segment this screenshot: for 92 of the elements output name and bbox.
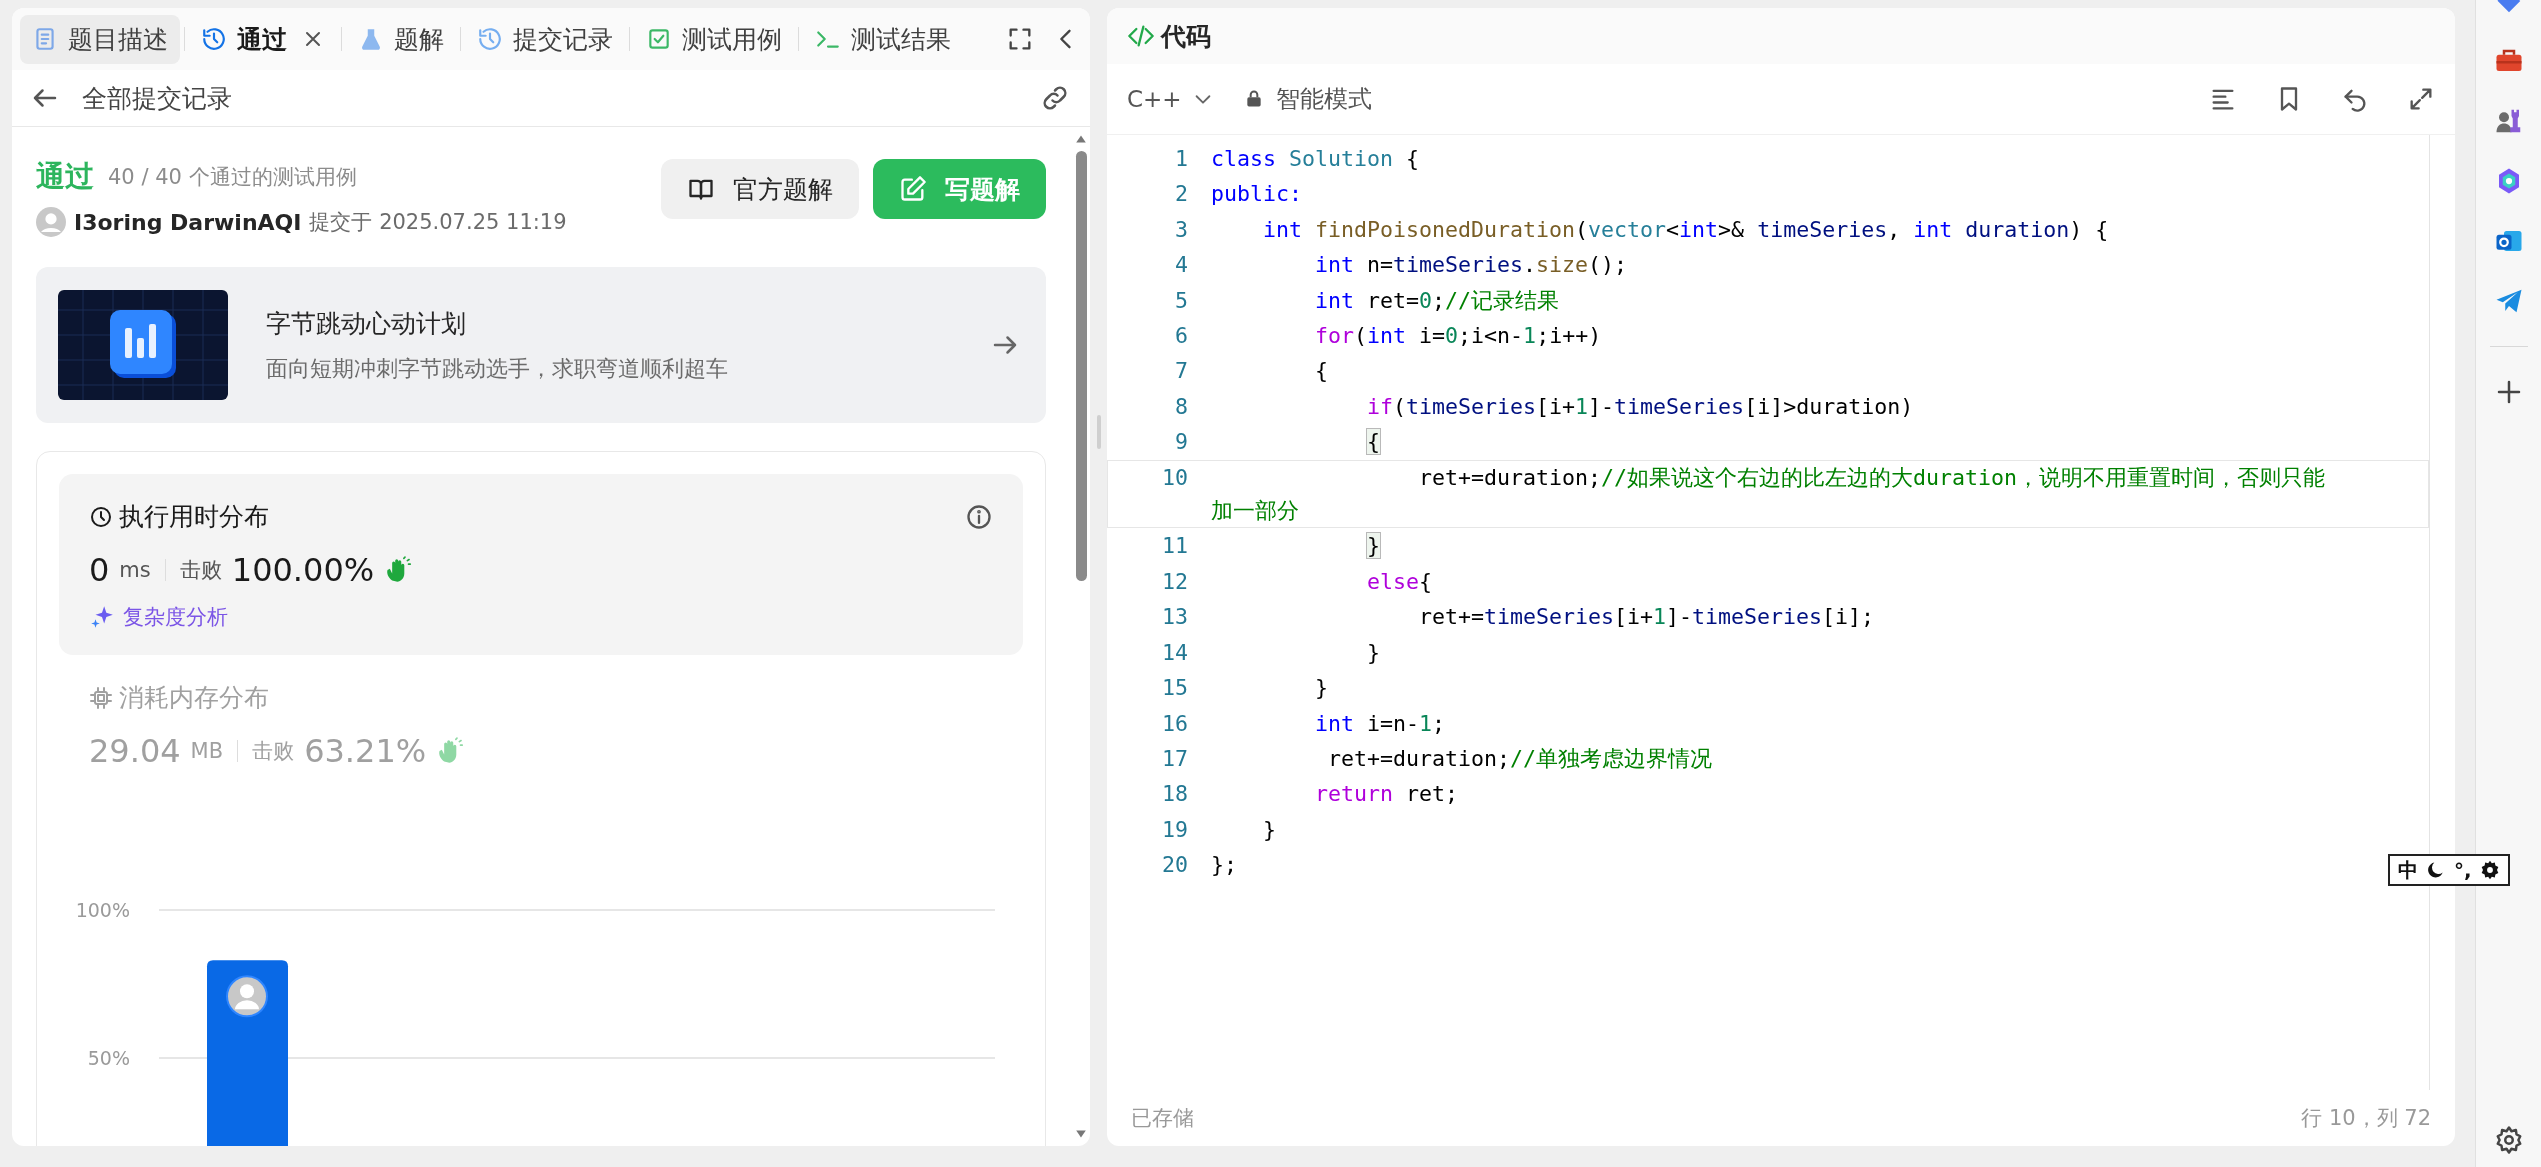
line-number: 10 — [1161, 463, 1188, 492]
code-line: int ret=0;//记录结果 — [1314, 286, 1560, 315]
line-number: 3 — [1174, 215, 1188, 244]
stat-unit: ms — [119, 558, 151, 582]
distribution-title: 执行用时分布 — [119, 501, 269, 533]
code-line: } — [1262, 815, 1277, 844]
distribution-title: 消耗内存分布 — [119, 682, 269, 714]
tab[interactable]: 通过 — [189, 14, 337, 64]
settings-icon[interactable] — [2479, 860, 2500, 880]
code-line: int n=timeSeries.size(); — [1314, 251, 1628, 280]
beats-label: 击败 — [179, 557, 222, 584]
code-line: public: — [1211, 180, 1302, 209]
mode-label[interactable]: 智能模式 — [1275, 83, 1372, 115]
stat-unit: MB — [190, 739, 224, 763]
line-number: 7 — [1174, 357, 1188, 386]
line-number: 13 — [1161, 603, 1188, 632]
input-mode-toggle[interactable]: 中 — [2398, 856, 2418, 884]
scrollbar-thumb[interactable] — [1075, 151, 1087, 581]
author-name[interactable]: I3oring DarwinAQI — [74, 209, 302, 235]
code-line: } — [1366, 638, 1381, 667]
tab[interactable]: 测试结果 — [803, 14, 963, 64]
code-line: int findPoisonedDuration(vector<int>& timeSeries, int duration) { — [1262, 215, 2109, 244]
solution-button[interactable]: 官方题解 — [661, 159, 859, 219]
promo-card[interactable]: 字节跳动心动计划 面向短期冲刺字节跳动选手，求职弯道顺利超车 — [36, 267, 1046, 423]
stat-value: 29.04 — [89, 732, 181, 770]
avatar-icon — [36, 207, 66, 237]
save-status: 已存储 — [1131, 1105, 1194, 1132]
line-number: 12 — [1161, 567, 1188, 596]
status-text: 通过 — [36, 158, 94, 195]
tab[interactable]: 提交记录 — [465, 14, 625, 64]
code-line: int i=n-1; — [1314, 709, 1446, 738]
line-number: 17 — [1161, 744, 1188, 773]
line-number: 14 — [1161, 638, 1188, 667]
beats-percent: 100.00% — [231, 551, 375, 589]
line-number: 5 — [1174, 286, 1188, 315]
avatar-icon — [226, 975, 268, 1018]
language-dropdown[interactable]: C++ — [1127, 86, 1214, 112]
history-icon — [201, 26, 227, 52]
code-line: { — [1314, 357, 1329, 386]
code-line: ret+=duration;//单独考虑边界情况 — [1327, 744, 1713, 773]
code-line: ret+=duration;//如果说这个右边的比左边的大duration，说明不用重置时间，否则只能加一部分 — [1211, 463, 2327, 526]
stat-value: 0 — [89, 551, 110, 589]
code-line: ret+=timeSeries[i+1]-timeSeries[i]; — [1418, 603, 1875, 632]
scroll-down-icon[interactable] — [1074, 1128, 1088, 1140]
line-number: 15 — [1161, 674, 1188, 703]
code-line: for(int i=0;i<n-1;i++) — [1314, 322, 1602, 351]
beats-label: 击败 — [252, 738, 295, 765]
clapping-hands-icon — [436, 737, 465, 765]
chip-icon — [89, 685, 113, 710]
tab[interactable]: 题目描述 — [20, 14, 180, 64]
distribution-card[interactable]: 执行用时分布 0 ms 击败 100.00% 复杂度分析 — [59, 474, 1023, 655]
test-summary: 40 / 40 个通过的测试用例 — [108, 164, 357, 191]
code-line: return ret; — [1314, 780, 1459, 809]
punctuation-toggle[interactable]: °, — [2454, 858, 2472, 882]
resize-grip[interactable] — [1096, 415, 1101, 449]
history-icon — [477, 26, 503, 52]
clock-icon — [89, 504, 113, 529]
line-number: 6 — [1174, 322, 1188, 351]
line-number: 2 — [1174, 180, 1188, 209]
scroll-up-icon[interactable] — [1074, 133, 1088, 145]
tab[interactable]: 测试用例 — [634, 14, 794, 64]
code-line: } — [1314, 674, 1329, 703]
submit-time: 提交于 2025.07.25 11:19 — [309, 209, 567, 236]
sparkle-icon — [89, 604, 115, 630]
y-tick-label: 50% — [87, 1047, 130, 1069]
line-number: 1 — [1174, 145, 1188, 173]
code-line: class Solution { — [1211, 145, 1420, 173]
line-number: 19 — [1161, 815, 1188, 844]
edit-icon — [899, 175, 927, 203]
promo-subtitle: 面向短期冲刺字节跳动选手，求职弯道顺利超车 — [266, 354, 729, 383]
code-line: if(timeSeries[i+1]-timeSeries[i]>duration) — [1366, 392, 1914, 421]
line-number: 18 — [1161, 780, 1188, 809]
line-number: 4 — [1174, 251, 1188, 280]
clapping-hands-icon — [384, 556, 413, 584]
complexity-link[interactable]: 复杂度分析 — [89, 603, 993, 631]
line-number: 20 — [1161, 851, 1188, 880]
y-tick-label: 100% — [75, 899, 130, 921]
cursor-position: 行 10，列 72 — [2301, 1105, 2431, 1132]
checkbox-icon — [646, 26, 672, 52]
beats-percent: 63.21% — [304, 732, 427, 770]
bar[interactable] — [207, 960, 288, 1146]
info-icon[interactable] — [965, 502, 993, 531]
line-number: 11 — [1161, 532, 1188, 561]
code-line: }; — [1211, 851, 1237, 880]
tab[interactable]: 题解 — [346, 14, 456, 64]
line-number: 9 — [1174, 428, 1188, 457]
back-link[interactable]: 全部提交记录 — [82, 81, 232, 115]
code-line: else{ — [1366, 567, 1433, 596]
line-number: 8 — [1174, 392, 1188, 421]
panel-title: 代码 — [1161, 20, 1211, 53]
promo-title: 字节跳动心动计划 — [266, 307, 467, 340]
line-number: 16 — [1161, 709, 1188, 738]
